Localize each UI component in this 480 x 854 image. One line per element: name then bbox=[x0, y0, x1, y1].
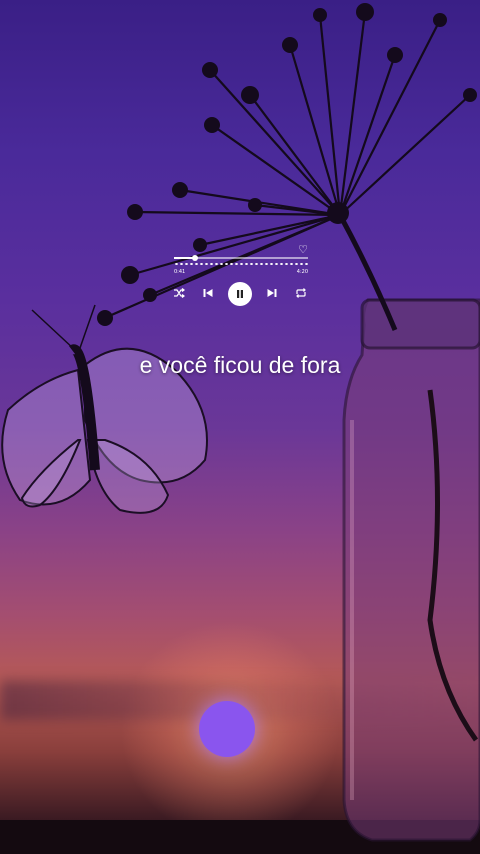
previous-icon[interactable] bbox=[201, 286, 215, 300]
progress-knob[interactable] bbox=[192, 255, 199, 261]
music-player-widget: ♡ 0:41 4:20 bbox=[168, 244, 310, 308]
pause-icon bbox=[237, 290, 243, 298]
total-time: 4:20 bbox=[296, 269, 308, 275]
background-illustration bbox=[1, 3, 480, 842]
progress-bar[interactable] bbox=[174, 255, 308, 261]
butterfly-silhouette bbox=[1, 304, 208, 514]
heart-icon[interactable]: ♡ bbox=[298, 244, 308, 255]
waveform-dots bbox=[174, 263, 308, 265]
shuffle-icon[interactable] bbox=[172, 286, 186, 300]
pause-button[interactable] bbox=[228, 282, 252, 306]
elapsed-time: 0:41 bbox=[174, 269, 186, 275]
glass-jar bbox=[342, 298, 480, 842]
lyric-line: e você ficou de fora bbox=[139, 352, 341, 378]
repeat-icon[interactable] bbox=[294, 286, 308, 300]
next-icon[interactable] bbox=[265, 286, 279, 300]
